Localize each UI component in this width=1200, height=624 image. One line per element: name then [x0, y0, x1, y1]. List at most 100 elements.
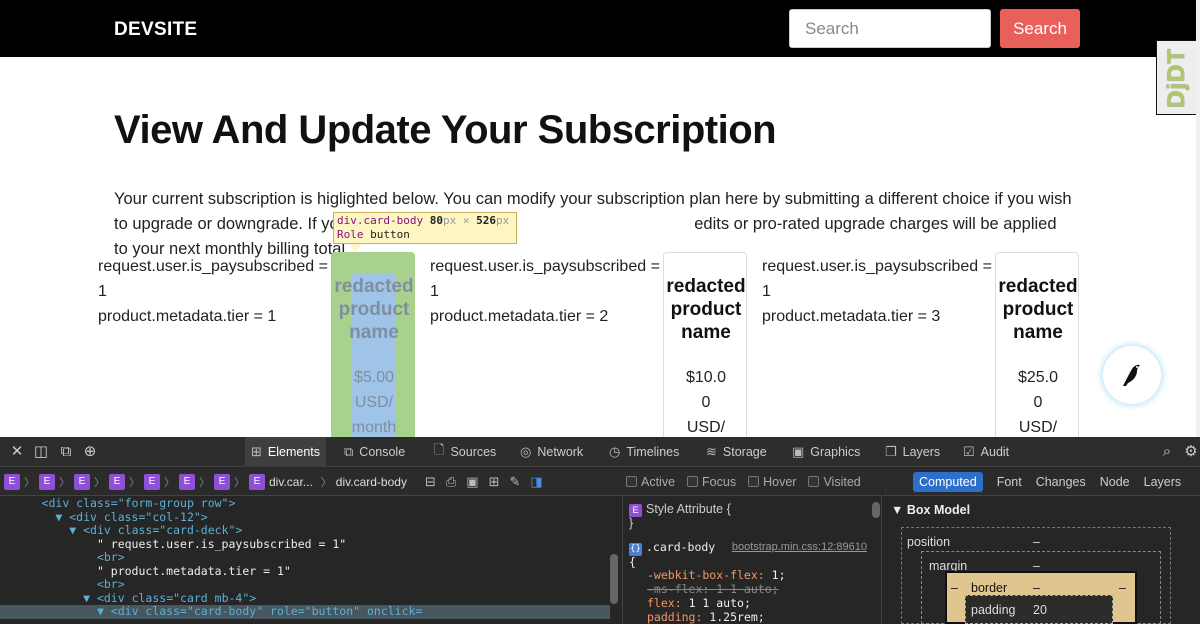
box-model-position-label: position: [907, 535, 951, 549]
network-icon: ◎: [520, 444, 532, 459]
dock-icon[interactable]: ◫: [32, 443, 50, 461]
checkbox-icon: [687, 476, 699, 487]
dom-tree-line[interactable]: ▼ <div class="card-deck">: [0, 523, 610, 538]
dom-tree-line[interactable]: ▼ <div class="col-12">: [0, 510, 610, 525]
site-brand[interactable]: DEVSITE: [114, 19, 197, 41]
box-model-padding-label: padding: [971, 603, 1016, 617]
box-model-border-dash: –: [951, 581, 958, 595]
tooltip-selector: div.card-body: [337, 214, 424, 227]
tab-graphics[interactable]: ▣ Graphics: [786, 437, 866, 467]
breadcrumb-card[interactable]: div.car...: [269, 475, 313, 489]
tab-timelines[interactable]: ◷ Timelines: [603, 437, 685, 467]
plan-3-price: $25.0 0 USD/: [1017, 369, 1059, 436]
tab-computed[interactable]: Computed: [913, 471, 983, 492]
plan-1-card[interactable]: redacted product name $5.00 USD/ month: [331, 252, 415, 443]
checkbox-icon: [808, 476, 820, 487]
css-property[interactable]: flex: 1 1 auto;: [647, 596, 751, 611]
state-focus[interactable]: Focus: [687, 475, 736, 489]
forced-state-bar: Active Focus Hover Visited: [622, 468, 882, 496]
tab-elements[interactable]: ⊞ Elements: [245, 437, 327, 467]
sidebar-toggle-icon[interactable]: ◨: [530, 474, 542, 490]
dom-tree-line[interactable]: <br>: [0, 577, 610, 592]
css-rule-selector: .card-body: [646, 540, 716, 554]
dom-tree[interactable]: <div class="form-group row"> ▼ <div clas…: [0, 497, 610, 624]
element-badge-icon[interactable]: E: [214, 473, 230, 490]
style-attribute-rule[interactable]: E Style Attribute { }: [629, 502, 731, 531]
tab-sources[interactable]: 🗋 Sources: [428, 437, 502, 467]
dom-tree-line[interactable]: " product.metadata.tier = 1": [0, 564, 610, 579]
grid-overlay-icon[interactable]: ⊟: [425, 474, 436, 490]
djdt-label: DjDT: [1162, 47, 1190, 108]
state-visited[interactable]: Visited: [808, 475, 861, 489]
plan-1-meta: request.user.is_paysubscribed = 1 produc…: [98, 254, 328, 329]
plan-2-meta-subscribed: request.user.is_paysubscribed = 1: [430, 258, 660, 300]
tab-changes[interactable]: Changes: [1036, 475, 1086, 489]
element-badge-icon[interactable]: E: [4, 473, 20, 490]
tab-node[interactable]: Node: [1100, 475, 1130, 489]
console-icon: ⧉: [344, 444, 354, 459]
plan-2-price: $10.0 0 USD/: [685, 369, 727, 436]
styles-pane: E Style Attribute { } {} .card-body bootst…: [622, 497, 882, 624]
tab-storage[interactable]: ≋ Storage: [700, 437, 773, 467]
box-model-heading[interactable]: ▼ Box Model: [891, 503, 970, 517]
styles-scrollbar[interactable]: [872, 502, 880, 518]
tab-layers-sidebar[interactable]: Layers: [1144, 475, 1182, 489]
plan-2-name: redacted product name: [666, 276, 746, 343]
gear-icon[interactable]: ⚙: [1182, 443, 1200, 461]
element-badge-icon[interactable]: E: [249, 473, 265, 490]
state-active[interactable]: Active: [626, 475, 675, 489]
undock-icon[interactable]: ⧉: [57, 443, 75, 461]
crosshair-icon[interactable]: ⊕: [81, 443, 99, 461]
css-rule[interactable]: {} .card-body bootstrap.min.css:12:89610 …: [629, 540, 877, 570]
page-title: View And Update Your Subscription: [114, 108, 777, 152]
dom-tree-line[interactable]: " request.user.is_paysubscribed = 1": [0, 537, 610, 552]
tab-network[interactable]: ◎ Network: [514, 437, 589, 467]
print-icon[interactable]: ⎙: [446, 474, 456, 490]
dom-tree-line[interactable]: <div class="form-group row">: [0, 497, 610, 511]
compositing-icon[interactable]: ▣: [466, 474, 478, 490]
close-icon[interactable]: ✕: [8, 443, 26, 461]
element-badge-icon[interactable]: E: [39, 473, 55, 490]
layout-icon[interactable]: ⊞: [489, 474, 500, 490]
details-sidebar-tabs: Computed Font Changes Node Layers: [883, 468, 1200, 496]
css-source-link[interactable]: bootstrap.min.css:12:89610: [732, 541, 867, 555]
search-icon[interactable]: ⌕: [1158, 443, 1176, 461]
elements-icon: ⊞: [251, 444, 262, 459]
dom-tree-line-selected[interactable]: ▼ <div class="card-body" role="button" o…: [0, 604, 610, 619]
element-badge-icon[interactable]: E: [74, 473, 90, 490]
dom-tree-line[interactable]: ▼ <div class="card mb-4">: [0, 591, 610, 606]
plan-2-meta-tier: product.metadata.tier = 2: [430, 308, 609, 325]
tab-audit[interactable]: ☑ Audit: [957, 437, 1015, 467]
tooltip-role-label: Role: [337, 228, 364, 241]
graphics-icon: ▣: [792, 444, 805, 459]
element-badge-icon[interactable]: E: [109, 473, 125, 490]
dom-tree-line[interactable]: <br>: [0, 550, 610, 565]
intro-paragraph: Your current subscription is higlighted …: [114, 187, 1074, 262]
tab-font[interactable]: Font: [997, 475, 1022, 489]
css-property[interactable]: padding: 1.25rem;: [647, 610, 765, 624]
bird-icon-button[interactable]: [1103, 346, 1161, 404]
dom-tree-scrollbar[interactable]: [610, 554, 618, 604]
checkbox-icon: [748, 476, 760, 487]
plan-3-card[interactable]: redacted product name $25.0 0 USD/: [995, 252, 1079, 442]
css-property-overridden[interactable]: -ms-flex: 1 1 auto;: [647, 582, 779, 597]
tab-layers[interactable]: ❐ Layers: [879, 437, 946, 467]
plan-2-card[interactable]: redacted product name $10.0 0 USD/: [663, 252, 747, 442]
page-scrollbar[interactable]: [1196, 0, 1200, 437]
edit-icon[interactable]: ✎: [509, 474, 520, 490]
django-debug-toolbar-toggle[interactable]: DjDT: [1156, 40, 1196, 115]
tab-console[interactable]: ⧉ Console: [338, 437, 411, 467]
search-input[interactable]: [789, 9, 991, 48]
timelines-icon: ◷: [609, 444, 621, 459]
audit-icon: ☑: [963, 444, 975, 459]
box-model-border-label: border: [971, 581, 1008, 595]
breadcrumb-card-body[interactable]: div.card-body: [336, 475, 407, 489]
search-button[interactable]: Search: [1000, 9, 1080, 48]
element-badge-icon[interactable]: E: [144, 473, 160, 490]
plan-1-meta-tier: product.metadata.tier = 1: [98, 308, 277, 325]
css-property[interactable]: -webkit-box-flex: 1;: [647, 568, 786, 583]
storage-icon: ≋: [706, 444, 717, 459]
element-badge-icon[interactable]: E: [179, 473, 195, 490]
checkbox-icon: [626, 476, 637, 487]
state-hover[interactable]: Hover: [748, 475, 796, 489]
